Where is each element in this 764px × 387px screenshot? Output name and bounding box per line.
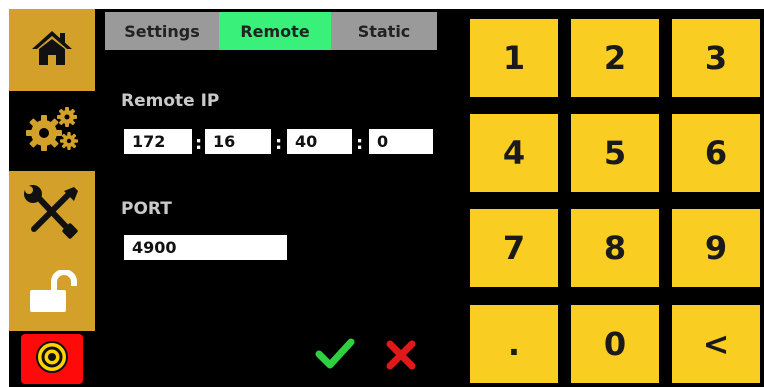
key-1[interactable]: 1 xyxy=(470,19,558,97)
sidebar-item-estop[interactable] xyxy=(9,331,95,387)
ip-separator: : xyxy=(195,133,203,154)
emergency-stop-icon xyxy=(35,340,69,378)
key-decimal[interactable]: . xyxy=(470,305,558,383)
port-input[interactable]: 4900 xyxy=(124,235,287,260)
ip-octet-1-input[interactable]: 172 xyxy=(124,129,192,154)
key-6[interactable]: 6 xyxy=(672,114,760,192)
key-2[interactable]: 2 xyxy=(571,19,659,97)
ip-octet-2-input[interactable]: 16 xyxy=(205,129,271,154)
key-backspace[interactable]: < xyxy=(672,305,760,383)
ip-separator: : xyxy=(275,133,283,154)
sidebar-item-settings[interactable] xyxy=(9,91,95,171)
tab-settings[interactable]: Settings xyxy=(105,12,219,50)
key-9[interactable]: 9 xyxy=(672,209,760,287)
confirm-button[interactable] xyxy=(315,336,355,372)
ip-octet-3-input[interactable]: 40 xyxy=(287,129,352,154)
tab-static[interactable]: Static xyxy=(331,12,437,50)
key-7[interactable]: 7 xyxy=(470,209,558,287)
key-4[interactable]: 4 xyxy=(470,114,558,192)
ip-separator: : xyxy=(356,133,364,154)
sidebar xyxy=(9,9,95,387)
checkmark-icon xyxy=(315,338,355,376)
sidebar-item-tools[interactable] xyxy=(9,171,95,331)
key-5[interactable]: 5 xyxy=(571,114,659,192)
wrench-screwdriver-icon xyxy=(24,184,80,243)
x-icon xyxy=(383,340,419,376)
key-0[interactable]: 0 xyxy=(571,305,659,383)
home-icon xyxy=(30,28,74,72)
tab-remote[interactable]: Remote xyxy=(219,12,331,50)
control-panel-screen: Settings Remote Static Remote IP 172 : 1… xyxy=(9,9,764,387)
key-3[interactable]: 3 xyxy=(672,19,760,97)
gears-icon xyxy=(24,105,80,157)
emergency-stop-button[interactable] xyxy=(21,334,83,384)
port-label: PORT xyxy=(121,199,172,219)
ip-octet-4-input[interactable]: 0 xyxy=(369,129,433,154)
cancel-button[interactable] xyxy=(383,336,419,372)
sidebar-item-home[interactable] xyxy=(9,9,95,91)
remote-ip-label: Remote IP xyxy=(121,91,220,111)
unlocked-padlock-icon[interactable] xyxy=(26,268,78,318)
key-8[interactable]: 8 xyxy=(571,209,659,287)
